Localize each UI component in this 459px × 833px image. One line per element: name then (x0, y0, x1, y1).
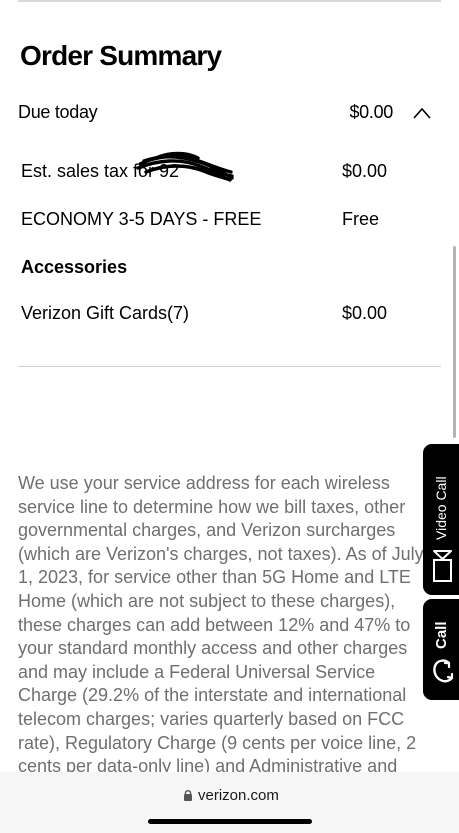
lock-icon (184, 790, 192, 801)
browser-address-bar[interactable]: verizon.com (0, 772, 459, 833)
disclaimer-line: 1, 2023, for service other than 5G Home … (18, 567, 411, 588)
disclaimer-line: We use your service address for each wir… (18, 473, 390, 493)
disclaimer-line: rate), Regulatory Charge (9 cents per vo… (18, 732, 417, 753)
shipping-value: Free (342, 209, 380, 229)
disclaimer-line: these charges can add between 12% and 47… (18, 614, 411, 635)
disclaimer-line: (which are Verizon's charges, not taxes)… (18, 543, 424, 564)
disclaimer-line: your standard monthly access and other c… (18, 638, 408, 659)
redaction-scribble (136, 151, 234, 182)
home-indicator[interactable] (148, 819, 312, 824)
disclaimer-line: and may include a Federal Universal Serv… (18, 661, 376, 682)
phone-icon (433, 659, 454, 683)
accessories-heading: Accessories (21, 257, 128, 277)
disclaimer-line: governmental charges, and Verizon surcha… (18, 520, 396, 541)
call-label: Call (433, 621, 450, 649)
order-summary-title: Order Summary (20, 40, 222, 71)
page-scrollbar[interactable] (453, 246, 456, 438)
due-today-amount: $0.00 (349, 102, 393, 122)
disclaimer-line: Charge (29.2% of the interstate and inte… (18, 685, 407, 706)
disclaimer-line: Home (which are not subject to these cha… (18, 590, 396, 611)
gift-cards-label: Verizon Gift Cards(7) (21, 303, 190, 323)
sales-tax-value: $0.00 (342, 161, 388, 181)
due-today-toggle[interactable]: Due today $0.00 (18, 102, 431, 128)
shipping-label: ECONOMY 3-5 DAYS - FREE (21, 209, 262, 229)
disclaimer-line: telecom charges; varies quarterly based … (18, 708, 405, 729)
tax-disclaimer: We use your service address for each wir… (18, 472, 438, 779)
video-call-label: Video Call (433, 476, 449, 540)
disclaimer-line: service line to determine how we bill ta… (18, 496, 406, 517)
gift-cards-value: $0.00 (342, 303, 388, 323)
video-call-tab[interactable]: Video Call (423, 444, 459, 595)
call-tab[interactable]: Call (423, 599, 459, 700)
video-camera-icon (433, 550, 452, 582)
top-divider (18, 0, 441, 2)
chevron-up-icon[interactable] (413, 107, 431, 119)
url-text[interactable]: verizon.com (198, 787, 279, 804)
section-divider (18, 366, 441, 367)
due-today-label: Due today (18, 102, 98, 122)
